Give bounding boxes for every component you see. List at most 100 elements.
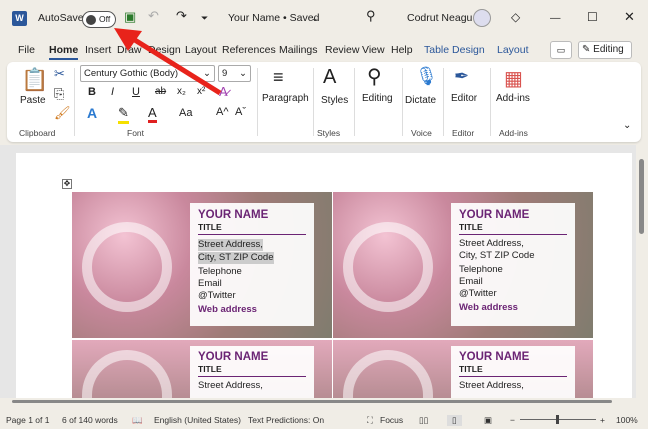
card-title: TITLE (198, 364, 306, 377)
font-color-icon[interactable]: A (148, 105, 157, 123)
tab-view[interactable]: View (362, 44, 385, 56)
dictate-button[interactable]: Dictate (405, 95, 436, 106)
paragraph-icon[interactable]: ≡ (273, 67, 284, 88)
zoom-slider[interactable] (520, 415, 596, 424)
card-address1: Street Address, (198, 239, 263, 251)
format-painter-icon[interactable]: 🖌 (54, 105, 71, 121)
change-case-button[interactable]: Aa (179, 107, 192, 119)
tab-insert[interactable]: Insert (85, 44, 111, 56)
vertical-scrollbar[interactable] (636, 145, 648, 405)
grow-font-button[interactable]: A^ (216, 106, 229, 118)
card-address1: Street Address, (459, 380, 524, 391)
flower-logo-icon (343, 222, 433, 312)
customize-toolbar-icon[interactable]: ⏷ (201, 13, 208, 24)
text-effects-icon[interactable]: A (87, 105, 97, 121)
document-title[interactable]: Your Name • Saved (228, 12, 319, 24)
card-address1: Street Address, (198, 380, 263, 391)
styles-icon[interactable]: A (323, 66, 336, 89)
save-icon[interactable]: ▣ (124, 9, 136, 25)
read-mode-icon[interactable]: ▯▯ (419, 415, 428, 426)
scrollbar-thumb[interactable] (639, 159, 644, 234)
maximize-icon[interactable]: ☐ (587, 10, 598, 24)
business-card[interactable]: YOUR NAME TITLE Street Address, City, ST… (72, 192, 332, 338)
group-editor: Editor (452, 128, 475, 138)
comments-button[interactable]: ▭ (550, 41, 572, 59)
ribbon-tabs: File Home Insert Draw Design Layout Refe… (0, 38, 648, 62)
tab-home[interactable]: Home (49, 44, 79, 60)
group-font: Font (127, 128, 145, 138)
avatar[interactable] (473, 9, 491, 27)
document-page[interactable]: ✥ YOUR NAME TITLE Street Address, City, … (16, 153, 632, 398)
undo-icon[interactable]: ↶ (148, 8, 159, 24)
tab-table-design[interactable]: Table Design (424, 44, 485, 56)
redo-icon[interactable]: ↷ (176, 8, 187, 24)
user-name[interactable]: Codrut Neagu (407, 12, 472, 24)
title-bar: W AutoSave Off ▣ ↶ ↷ ⏷ Your Name • Saved… (0, 0, 648, 38)
flower-logo-icon (82, 222, 172, 312)
styles-button[interactable]: Styles (321, 95, 348, 106)
highlight-icon[interactable]: ✎ (118, 105, 129, 124)
editing-mode-button[interactable]: ✎ Editing (578, 41, 632, 59)
editor-button[interactable]: Editor (451, 93, 477, 104)
business-card[interactable]: YOUR NAME TITLE Street Address, (72, 340, 332, 398)
card-text-box[interactable]: YOUR NAME TITLE Street Address, City, ST… (451, 203, 575, 326)
editing-button[interactable]: Editing (362, 93, 393, 104)
group-voice: Voice (411, 128, 432, 138)
page-count[interactable]: Page 1 of 1 (6, 415, 49, 425)
bold-button[interactable]: B (88, 86, 96, 98)
find-icon[interactable]: ⚲ (367, 64, 382, 89)
horizontal-scrollbar[interactable] (0, 398, 636, 405)
tab-help[interactable]: Help (391, 44, 413, 56)
language[interactable]: English (United States) (154, 415, 241, 425)
focus-button[interactable]: Focus (380, 415, 403, 425)
card-web: Web address (198, 304, 257, 315)
card-web: Web address (459, 302, 518, 313)
group-add-ins: Add-ins (499, 128, 528, 138)
paste-icon[interactable]: 📋 (21, 67, 48, 93)
card-text-box[interactable]: YOUR NAME TITLE Street Address, (451, 346, 575, 398)
proofing-icon[interactable]: 📖 (132, 415, 143, 426)
add-ins-icon[interactable]: ▦ (504, 66, 523, 91)
text-predictions[interactable]: Text Predictions: On (248, 415, 324, 425)
zoom-in-button[interactable]: + (600, 415, 605, 425)
tab-table-layout[interactable]: Layout (497, 44, 529, 56)
business-card[interactable]: YOUR NAME TITLE Street Address, City, ST… (333, 192, 593, 338)
table-move-handle-icon[interactable]: ✥ (62, 179, 72, 189)
collapse-ribbon-icon[interactable]: ⌄ (623, 120, 631, 131)
zoom-out-button[interactable]: − (510, 415, 515, 425)
business-card[interactable]: YOUR NAME TITLE Street Address, (333, 340, 593, 398)
diamond-icon[interactable]: ◇ (511, 10, 520, 24)
microphone-icon[interactable]: 🎙 (415, 66, 438, 87)
close-icon[interactable]: ✕ (624, 9, 635, 25)
chevron-down-icon[interactable]: ⌄ (311, 13, 319, 24)
card-text-box[interactable]: YOUR NAME TITLE Street Address, City, ST… (190, 203, 314, 326)
minimize-icon[interactable]: — (550, 12, 561, 24)
tab-file[interactable]: File (18, 44, 35, 56)
card-title: TITLE (459, 364, 567, 377)
card-twitter: @Twitter (198, 290, 236, 301)
tab-references[interactable]: References (222, 44, 276, 56)
cut-icon[interactable]: ✂ (54, 66, 65, 82)
web-layout-icon[interactable]: ▣ (484, 415, 492, 426)
document-area: ✥ YOUR NAME TITLE Street Address, City, … (0, 145, 636, 405)
zoom-level[interactable]: 100% (616, 415, 638, 425)
card-text-box[interactable]: YOUR NAME TITLE Street Address, (190, 346, 314, 398)
search-icon[interactable]: ⚲ (366, 8, 376, 24)
editing-label: Editing (593, 44, 624, 55)
word-count[interactable]: 6 of 140 words (62, 415, 118, 425)
paragraph-button[interactable]: Paragraph (262, 93, 309, 104)
copy-icon[interactable]: ⎘ (54, 86, 64, 102)
print-layout-icon[interactable]: ▯ (447, 415, 462, 426)
shrink-font-button[interactable]: Aˇ (235, 106, 246, 118)
flower-logo-icon (82, 350, 172, 398)
card-phone: Telephone (459, 264, 503, 275)
tab-mailings[interactable]: Mailings (279, 44, 318, 56)
add-ins-button[interactable]: Add-ins (496, 93, 530, 104)
card-name: YOUR NAME (198, 209, 269, 221)
paste-button[interactable]: Paste (20, 95, 46, 106)
tab-review[interactable]: Review (325, 44, 359, 56)
focus-icon[interactable]: ⛶ (367, 415, 373, 426)
word-logo-icon: W (12, 11, 27, 26)
editor-icon[interactable]: ✒ (454, 66, 469, 87)
card-address2: City, ST ZIP Code (459, 250, 535, 261)
